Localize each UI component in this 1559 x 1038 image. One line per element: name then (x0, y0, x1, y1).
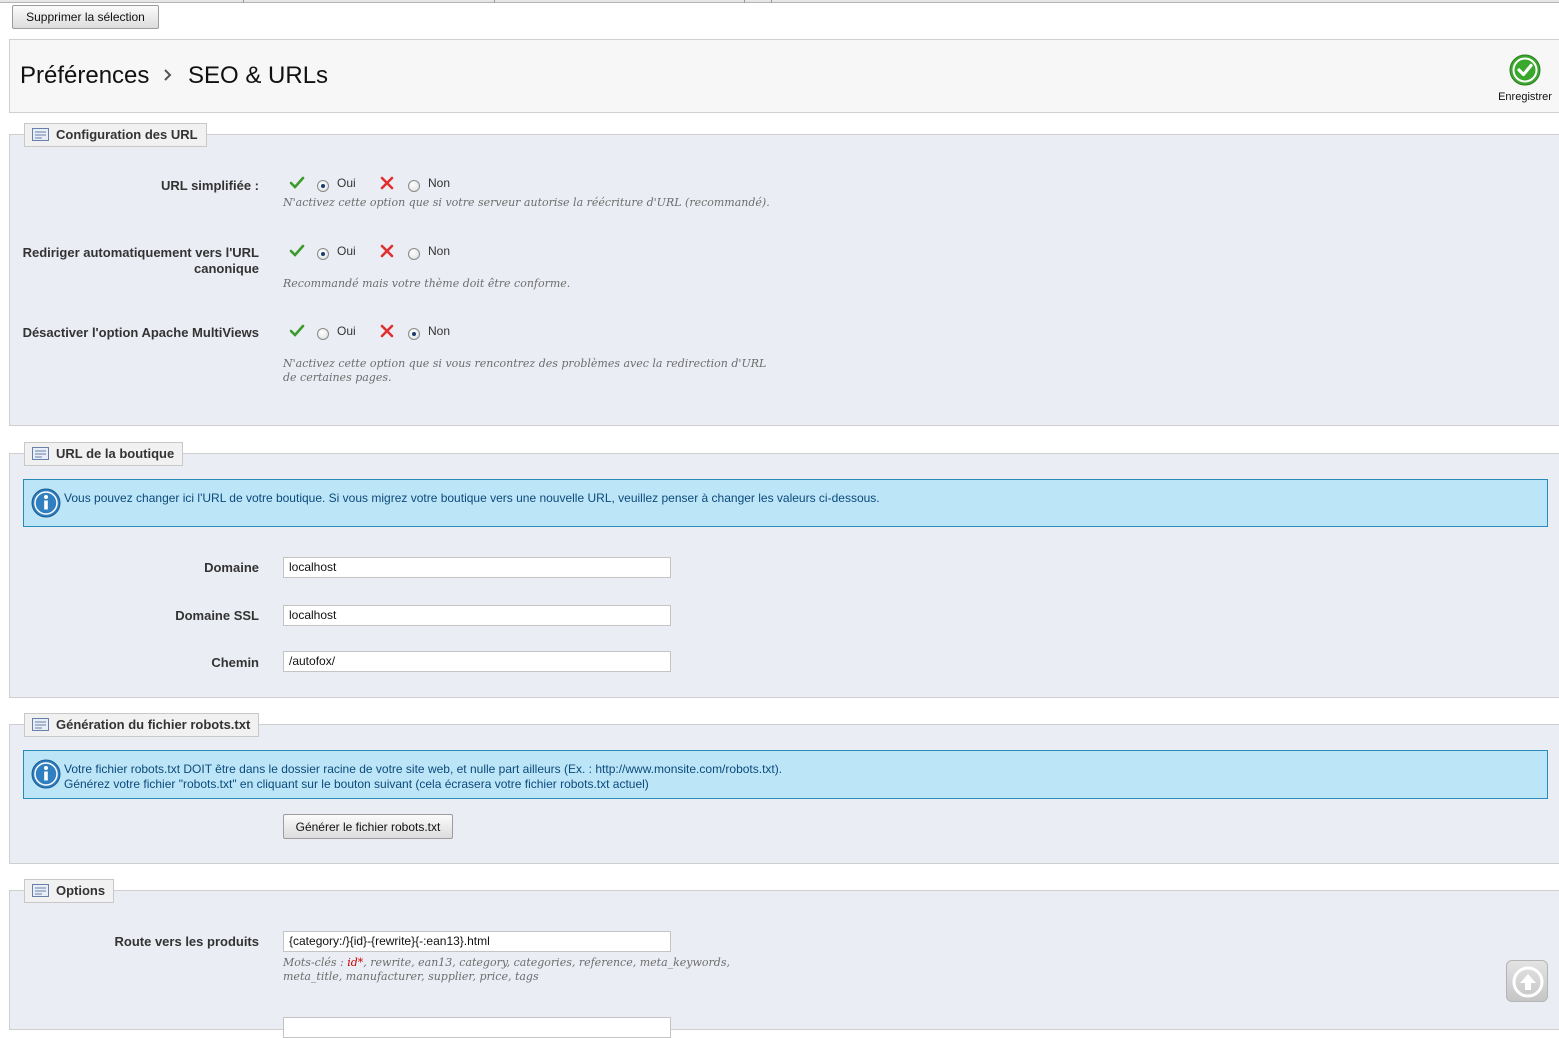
settings-icon (32, 718, 49, 731)
scroll-to-top-button[interactable] (1506, 960, 1548, 1002)
domain-input[interactable]: localhost (283, 557, 671, 578)
options-panel: Options Route vers les produits {categor… (9, 879, 1559, 1038)
robots-panel: Génération du fichier robots.txt Votre f… (9, 713, 1559, 864)
simplified-url-yes-radio[interactable] (317, 180, 329, 192)
path-input[interactable]: /autofox/ (283, 651, 671, 672)
settings-icon (32, 884, 49, 897)
shop-url-info-text: Vous pouvez changer ici l'URL de votre b… (64, 491, 880, 505)
multiviews-yes-radio[interactable] (317, 328, 329, 340)
domain-label: Domaine (204, 560, 259, 575)
check-circle-icon (1509, 54, 1541, 86)
legend-text: Configuration des URL (56, 127, 198, 142)
check-icon (289, 324, 305, 337)
info-icon (31, 488, 61, 518)
tab-divider (243, 0, 244, 3)
save-button[interactable]: Enregistrer (1494, 54, 1556, 103)
no-label[interactable]: Non (428, 176, 450, 190)
simplified-url-label: URL simplifiée : (160, 178, 259, 193)
multiviews-radio-group: Oui Non (289, 324, 489, 342)
breadcrumb-parent[interactable]: Préférences (20, 62, 149, 90)
check-icon (289, 176, 305, 189)
settings-icon (32, 128, 49, 141)
arrow-up-icon (1512, 966, 1544, 998)
page-title: SEO & URLs (188, 62, 329, 89)
yes-label[interactable]: Oui (337, 244, 356, 258)
shop-url-legend: URL de la boutique (24, 442, 184, 466)
delete-selection-button[interactable]: Supprimer la sélection (12, 5, 159, 29)
canonical-redirect-hint: Recommandé mais votre thème doit être co… (283, 277, 571, 290)
next-route-input[interactable] (283, 1017, 671, 1038)
multiviews-label: Désactiver l'option Apache MultiViews (22, 325, 259, 340)
settings-icon (32, 447, 49, 460)
no-label[interactable]: Non (428, 324, 450, 338)
tab-divider (744, 0, 745, 3)
shop-url-info-box: Vous pouvez changer ici l'URL de votre b… (23, 479, 1548, 527)
yes-label[interactable]: Oui (337, 324, 356, 338)
canonical-redirect-label: Rediriger automatiquement vers l'URL can… (22, 245, 259, 276)
robots-info-box: Votre fichier robots.txt DOIT être dans … (23, 750, 1548, 799)
cross-icon (380, 324, 394, 338)
robots-legend: Génération du fichier robots.txt (24, 713, 260, 737)
product-route-input[interactable]: {category:/}{id}-{rewrite}{-:ean13}.html (283, 931, 671, 952)
simplified-url-hint: N'activez cette option que si votre serv… (283, 196, 770, 209)
robots-info-line-1: Votre fichier robots.txt DOIT être dans … (64, 762, 783, 776)
tab-divider (771, 0, 772, 3)
tab-divider (494, 0, 495, 3)
options-legend: Options (24, 879, 115, 903)
info-icon (31, 759, 61, 789)
simplified-url-no-radio[interactable] (408, 180, 420, 192)
canonical-redirect-yes-radio[interactable] (317, 248, 329, 260)
simplified-url-radio-group: Oui Non (289, 176, 489, 194)
multiviews-hint: N'activez cette option que si vous renco… (283, 357, 767, 384)
canonical-redirect-no-radio[interactable] (408, 248, 420, 260)
check-icon (289, 244, 305, 257)
keywords-required: id* (347, 956, 364, 969)
yes-label[interactable]: Oui (337, 176, 356, 190)
cross-icon (380, 176, 394, 190)
chevron-right-icon (164, 69, 172, 81)
ssl-domain-label: Domaine SSL (175, 608, 259, 623)
save-label: Enregistrer (1498, 91, 1552, 103)
url-config-legend: Configuration des URL (24, 123, 207, 147)
path-label: Chemin (211, 655, 259, 670)
cross-icon (380, 244, 394, 258)
legend-text: Options (56, 883, 106, 898)
multiviews-no-radio[interactable] (408, 328, 420, 340)
legend-text: Génération du fichier robots.txt (56, 717, 251, 732)
robots-info-line-2: Générez votre fichier "robots.txt" en cl… (64, 777, 649, 791)
generate-robots-button[interactable]: Générer le fichier robots.txt (283, 814, 453, 839)
product-route-keywords-hint: Mots-clés : id*, rewrite, ean13, categor… (283, 956, 743, 984)
url-config-panel: Configuration des URL URL simplifiée : O… (9, 123, 1559, 426)
legend-text: URL de la boutique (56, 446, 175, 461)
canonical-redirect-radio-group: Oui Non (289, 244, 489, 262)
top-tab-strip (0, 0, 1559, 3)
ssl-domain-input[interactable]: localhost (283, 605, 671, 626)
no-label[interactable]: Non (428, 244, 450, 258)
product-route-label: Route vers les produits (114, 934, 259, 949)
page-header-toolbar: Préférences SEO & URLs Enregistrer (9, 39, 1559, 113)
shop-url-panel: URL de la boutique Vous pouvez changer i… (9, 442, 1559, 698)
keywords-prefix: Mots-clés : (283, 956, 348, 969)
